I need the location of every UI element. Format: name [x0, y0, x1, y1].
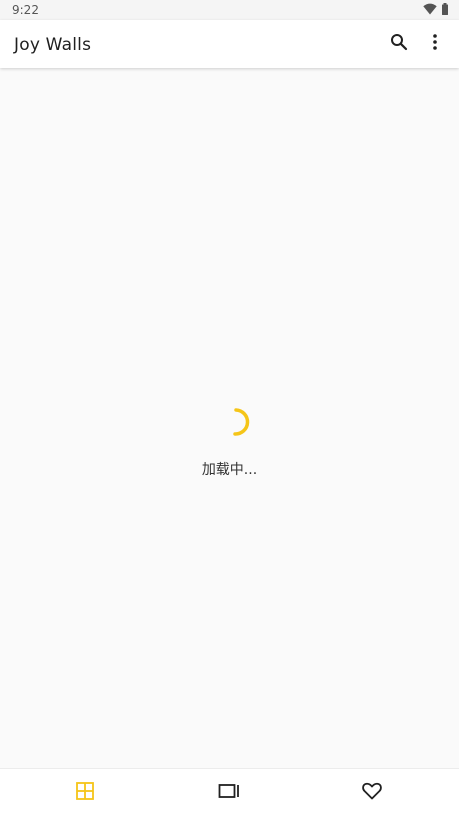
app-title: Joy Walls — [14, 35, 92, 55]
nav-item-grid[interactable] — [9, 769, 161, 817]
wifi-icon — [423, 3, 437, 18]
loading-spinner — [214, 401, 254, 441]
gallery-icon — [218, 783, 240, 803]
search-button[interactable] — [381, 26, 417, 62]
nav-item-gallery[interactable] — [153, 769, 305, 817]
loading-text: 加载中... — [201, 462, 258, 478]
status-icons — [423, 2, 449, 18]
bottom-navigation — [0, 768, 459, 817]
status-bar: 9:22 — [0, 0, 459, 20]
more-options-button[interactable] — [417, 26, 453, 62]
app-bar: Joy Walls — [0, 20, 459, 68]
nav-item-favorites[interactable] — [296, 769, 448, 817]
battery-icon — [441, 2, 449, 18]
app-bar-actions — [381, 20, 453, 68]
more-vert-icon — [432, 34, 438, 54]
grid-icon — [75, 781, 95, 805]
heart-icon — [362, 782, 382, 804]
status-time: 9:22 — [12, 3, 39, 17]
search-icon — [390, 33, 408, 55]
